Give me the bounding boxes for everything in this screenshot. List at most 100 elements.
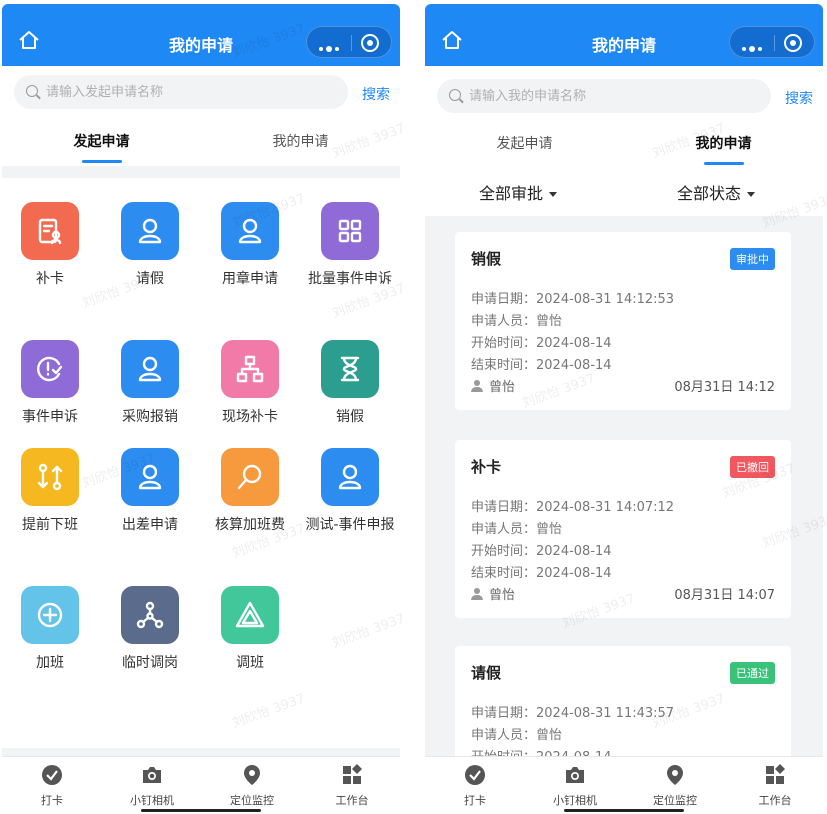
card-detail-row: 申请日期：2024-08-31 11:43:57 [471,706,675,721]
app-label: 批量事件申诉 [308,271,392,287]
filter-label: 全部状态 [677,184,742,203]
app-tile[interactable]: 核算加班费 [200,448,300,536]
app-tile[interactable]: 请假 [100,202,200,290]
close-target-icon[interactable] [784,34,802,52]
app-tile[interactable]: 事件申诉 [2,340,100,428]
app-tile[interactable]: 用章申请 [200,202,300,290]
my-apply-screen: 我的申请 搜索 发起申请 我的申请 全部审批 全部状态 销假 审批中申请日期：20… [425,4,823,814]
tab-bar: 发起申请 我的申请 [2,128,400,168]
user-icon [471,588,483,600]
app-tile[interactable]: 临时调岗 [100,586,200,674]
close-target-icon[interactable] [361,34,379,52]
app-label: 测试-事件申报 [305,517,395,533]
clipboard-user-icon [21,202,79,260]
app-tile[interactable]: 调班 [200,586,300,674]
app-label: 提前下班 [22,517,78,533]
nav-item[interactable]: 工作台 [725,763,823,808]
app-label: 加班 [36,655,64,671]
app-tile[interactable]: 出差申请 [100,448,200,536]
nav-label: 工作台 [758,794,792,807]
search-button[interactable]: 搜索 [785,88,813,108]
app-tile[interactable]: 提前下班 [2,448,100,536]
person-icon [121,448,179,506]
card-time: 08月31日 14:12 [674,380,775,395]
application-card[interactable]: 补卡 已撤回 申请日期：2024-08-31 14:07:12 申请人员：曾怡 开始时间… [455,440,791,618]
card-detail-row: 结束时间：2024-08-14 [471,566,612,581]
app-label: 调班 [236,655,264,671]
search-box [14,75,348,109]
org-chart-icon [221,340,279,398]
applicant-name: 曾怡 [489,588,516,603]
status-badge: 审批中 [730,248,775,270]
nav-item[interactable]: 小钉相机 [102,763,202,808]
tab-label: 发起申请 [73,134,130,150]
nav-label: 小钉相机 [130,794,174,807]
tab-start-apply[interactable]: 发起申请 [2,128,201,163]
nav-item[interactable]: 打卡 [2,763,102,808]
person-icon [221,202,279,260]
nav-item[interactable]: 定位监控 [202,763,302,808]
app-label: 事件申诉 [22,409,78,425]
search-input[interactable] [46,75,314,109]
plus-circle-icon [21,586,79,644]
check-circle-icon [40,763,64,787]
app-label: 核算加班费 [215,517,285,533]
tab-my-apply[interactable]: 我的申请 [201,128,400,156]
workbench-icon [340,763,364,787]
status-badge: 已通过 [730,662,775,684]
search-row: 搜索 [2,70,400,114]
nav-item[interactable]: 工作台 [302,763,400,808]
search-row: 搜索 [425,74,823,118]
app-label: 现场补卡 [222,409,278,425]
magnifier-icon [221,448,279,506]
card-detail-row: 申请日期：2024-08-31 14:07:12 [471,500,675,515]
app-tile[interactable]: 测试-事件申报 [300,448,400,536]
card-title: 销假 [471,250,502,268]
application-card[interactable]: 请假 已通过申请日期：2024-08-31 11:43:57 申请人员：曾怡开始时间… [455,646,791,756]
nav-label: 定位监控 [653,794,697,807]
app-tile[interactable]: 补卡 [2,202,100,290]
search-icon [449,89,461,101]
card-detail-row: 开始时间：2024-08-14 [471,746,612,756]
nav-label: 小钉相机 [553,794,597,807]
app-tile[interactable]: 加班 [2,586,100,674]
search-input[interactable] [469,79,737,113]
app-label: 销假 [336,409,364,425]
search-button[interactable]: 搜索 [362,84,390,104]
approval-filter[interactable]: 全部审批 [479,180,558,204]
tab-bar: 发起申请 我的申请 [425,130,823,170]
more-icon[interactable] [319,38,342,57]
app-label: 用章申请 [222,271,278,287]
appeal-check-icon [21,340,79,398]
card-detail-row: 开始时间：2024-08-14 [471,336,612,351]
app-tile[interactable]: 现场补卡 [200,340,300,428]
user-icon [471,380,483,392]
app-label: 出差申请 [122,517,178,533]
miniapp-capsule [729,26,815,58]
nav-item[interactable]: 定位监控 [625,763,725,808]
camera-icon [140,763,164,787]
capsule-divider [351,35,352,51]
nav-item[interactable]: 打卡 [425,763,525,808]
tab-start-apply[interactable]: 发起申请 [425,130,624,158]
card-detail-row: 开始时间：2024-08-14 [471,544,612,559]
title-bar: 我的申请 [2,4,400,66]
tab-my-apply[interactable]: 我的申请 [624,130,823,165]
application-card[interactable]: 销假 审批中 申请日期：2024-08-31 14:12:53 申请人员：曾怡 开始时间… [455,232,791,410]
status-badge: 已撤回 [730,456,775,478]
app-tile[interactable]: 销假 [300,340,400,428]
tab-underline [703,162,744,165]
status-filter[interactable]: 全部状态 [677,180,756,204]
home-indicator [564,809,684,812]
app-tile[interactable]: 批量事件申诉 [300,202,400,290]
workbench-icon [763,763,787,787]
bottom-nav: 打卡 小钉相机 定位监控 工作台 [2,756,400,814]
more-icon[interactable] [742,38,765,57]
caret-down-icon [549,192,558,197]
app-tile[interactable]: 采购报销 [100,340,200,428]
person-icon [121,340,179,398]
card-detail-row: 结束时间：2024-08-14 [471,358,612,373]
nav-item[interactable]: 小钉相机 [525,763,625,808]
app-label: 采购报销 [122,409,178,425]
apply-screen: 我的申请 搜索 发起申请 我的申请 补卡 请假 用章申请 批量事件申诉事件申诉 采购报销… [2,4,400,814]
